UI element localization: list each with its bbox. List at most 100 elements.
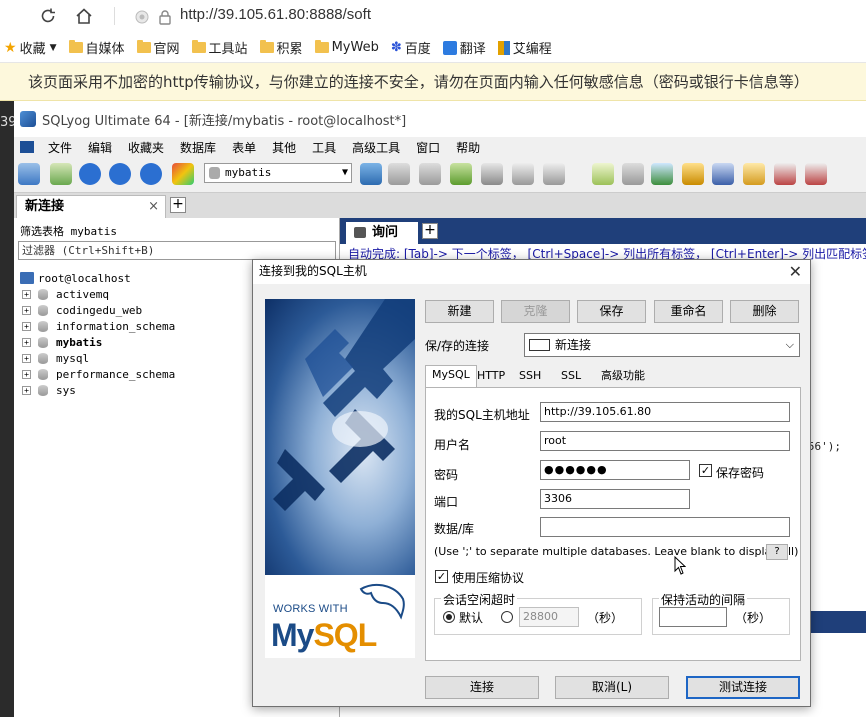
clone-button[interactable]: 克隆 (501, 300, 570, 323)
sync-arrows-icon[interactable] (651, 163, 673, 185)
saved-connection-select[interactable]: 新连接 ⌵ (524, 333, 800, 357)
tree-item-information-schema[interactable]: + information_schema (20, 318, 175, 334)
add-query-tab-button[interactable]: + (422, 223, 438, 239)
execute-all-icon[interactable] (109, 163, 131, 185)
expand-icon[interactable]: + (22, 369, 31, 379)
reload-icon[interactable] (36, 4, 60, 28)
expand-icon[interactable]: + (22, 289, 31, 299)
bookmark-folder[interactable]: 官网 (136, 38, 180, 57)
query-builder-icon[interactable] (712, 163, 734, 185)
refresh-icon[interactable] (140, 163, 162, 185)
menu-tools[interactable]: 工具 (304, 139, 344, 156)
test-connection-button[interactable]: 测试连接 (686, 676, 800, 699)
help-button[interactable]: ? (766, 544, 788, 560)
menu-other[interactable]: 其他 (264, 139, 304, 156)
bookmark-folder[interactable]: 工具站 (191, 38, 248, 57)
scheduler-icon[interactable] (682, 163, 704, 185)
user-manager-icon[interactable] (360, 163, 382, 185)
connection-manager-icon[interactable] (50, 163, 72, 185)
bookmark-aibiancheng[interactable]: 艾编程 (497, 38, 552, 57)
expand-icon[interactable]: + (22, 337, 31, 347)
sqlyog-logo-icon (20, 111, 36, 127)
filter-input[interactable]: 过滤器 (Ctrl+Shift+B) (18, 241, 336, 260)
backup-icon[interactable] (481, 163, 503, 185)
idle-custom-radio[interactable] (501, 611, 513, 623)
password-input[interactable]: ●●●●●● (540, 460, 690, 480)
database-input[interactable] (540, 517, 790, 537)
close-icon[interactable]: ✕ (789, 261, 802, 283)
execute-query-icon[interactable] (79, 163, 101, 185)
close-tab-icon[interactable]: × (148, 196, 159, 217)
grid-red-icon[interactable] (774, 163, 796, 185)
save-button[interactable]: 保存 (577, 300, 646, 323)
mouse-cursor-icon (674, 555, 687, 579)
bookmark-baidu[interactable]: ✽ 百度 (391, 38, 431, 57)
url-bar[interactable]: http://39.105.61.80:8888/soft (180, 6, 371, 23)
add-tab-button[interactable]: + (170, 197, 186, 213)
database-icon (38, 352, 48, 364)
create-database-icon[interactable] (388, 163, 410, 185)
tab-ssl[interactable]: SSL (555, 367, 587, 387)
bookmark-translate[interactable]: 翻译 (442, 38, 486, 57)
table-data-icon[interactable] (512, 163, 534, 185)
menu-database[interactable]: 数据库 (172, 139, 224, 156)
menu-table[interactable]: 表单 (224, 139, 264, 156)
lock-icon[interactable] (158, 9, 172, 28)
tree-item-performance-schema[interactable]: + performance_schema (20, 366, 175, 382)
menu-advanced-tools[interactable]: 高级工具 (344, 139, 408, 156)
app-title: SQLyog Ultimate 64 - [新连接/mybatis - root… (42, 113, 407, 129)
bookmark-folder[interactable]: MyWeb (314, 40, 379, 55)
delete-button[interactable]: 删除 (730, 300, 799, 323)
tab-ssh[interactable]: SSH (513, 367, 547, 387)
cancel-button[interactable]: 取消(L) (555, 676, 669, 699)
expand-icon[interactable]: + (22, 353, 31, 363)
tree-item-codingedu-web[interactable]: + codingedu_web (20, 302, 175, 318)
new-connection-icon[interactable] (18, 163, 40, 185)
tree-item-activemq[interactable]: + activemq (20, 286, 175, 302)
menu-help[interactable]: 帮助 (448, 139, 488, 156)
home-icon[interactable] (72, 4, 96, 28)
tree-item-sys[interactable]: + sys (20, 382, 175, 398)
tab-advanced[interactable]: 高级功能 (595, 367, 651, 387)
menu-window[interactable]: 窗口 (408, 139, 448, 156)
schema-sync-icon[interactable] (543, 163, 565, 185)
app-menu-icon[interactable] (20, 141, 34, 153)
bookmark-favorites[interactable]: ★ 收藏 ▼ (4, 38, 57, 58)
bookmark-folder[interactable]: 自媒体 (68, 38, 125, 57)
image-icon[interactable] (743, 163, 765, 185)
tree-root[interactable]: root@localhost (20, 270, 175, 286)
port-input[interactable]: 3306 (540, 489, 690, 509)
new-button[interactable]: 新建 (425, 300, 494, 323)
menu-file[interactable]: 文件 (40, 139, 80, 156)
tab-new-connection[interactable]: 新连接 × (16, 195, 166, 218)
idle-timeout-input[interactable]: 28800 (519, 607, 579, 627)
chevron-down-icon: ▼ (341, 167, 348, 178)
database-select[interactable]: mybatis ▼ (204, 163, 352, 183)
compression-checkbox[interactable]: ✓ (435, 570, 448, 583)
rename-button[interactable]: 重命名 (654, 300, 723, 323)
keepalive-input[interactable] (659, 607, 727, 627)
schema-icon[interactable] (172, 163, 194, 185)
tab-mysql[interactable]: MySQL (425, 365, 477, 388)
create-table-icon[interactable] (419, 163, 441, 185)
grid-compare-icon[interactable] (805, 163, 827, 185)
tree-item-mysql[interactable]: + mysql (20, 350, 175, 366)
expand-icon[interactable]: + (22, 385, 31, 395)
username-input[interactable]: root (540, 431, 790, 451)
connect-button[interactable]: 连接 (425, 676, 539, 699)
insecure-lock-icon[interactable] (134, 9, 150, 28)
tab-http[interactable]: HTTP (471, 367, 511, 387)
host-input[interactable]: http://39.105.61.80 (540, 402, 790, 422)
tab-query[interactable]: 询问 (346, 222, 418, 244)
menu-edit[interactable]: 编辑 (80, 139, 120, 156)
eraser-icon[interactable] (592, 163, 614, 185)
expand-icon[interactable]: + (22, 305, 31, 315)
idle-default-radio[interactable] (443, 611, 455, 623)
database-copy-icon[interactable] (622, 163, 644, 185)
save-password-checkbox[interactable]: ✓ (699, 464, 712, 477)
bookmark-folder[interactable]: 积累 (259, 38, 303, 57)
import-icon[interactable] (450, 163, 472, 185)
menu-favorites[interactable]: 收藏夹 (120, 139, 172, 156)
tree-item-mybatis[interactable]: + mybatis (20, 334, 175, 350)
expand-icon[interactable]: + (22, 321, 31, 331)
